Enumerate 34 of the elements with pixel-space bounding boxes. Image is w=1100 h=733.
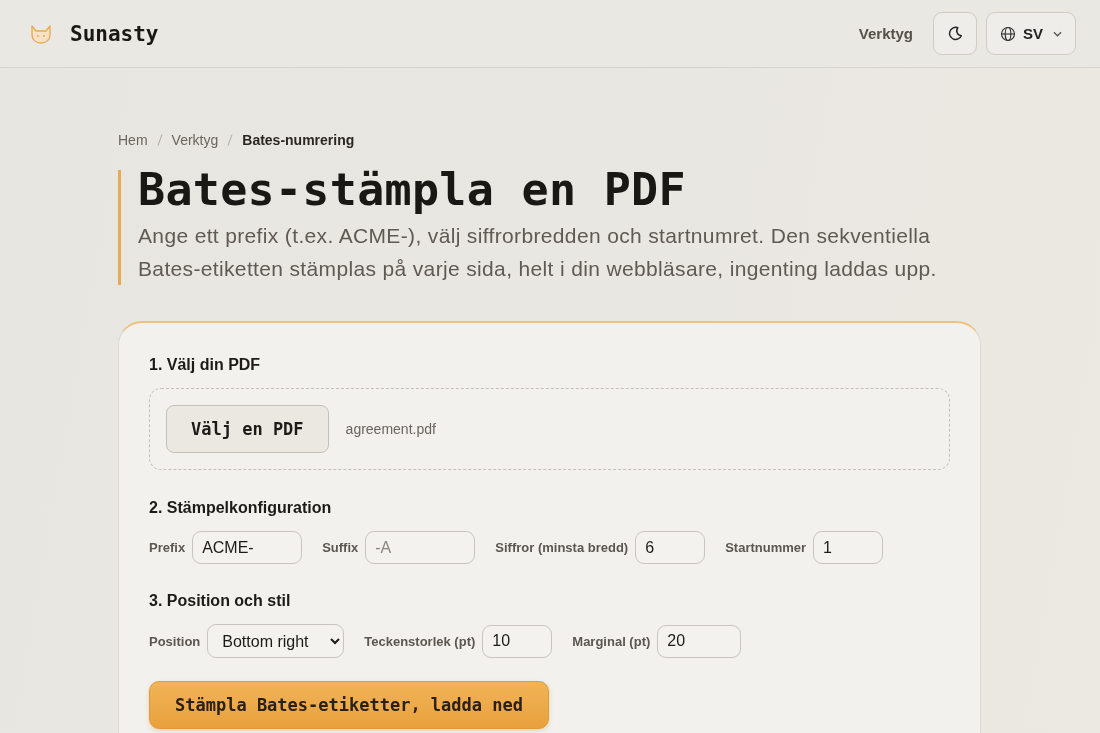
tools-nav-link[interactable]: Verktyg xyxy=(858,25,913,42)
brand-name[interactable]: Sunasty xyxy=(70,21,159,46)
language-button[interactable]: SV xyxy=(986,12,1076,55)
number-field[interactable]: 6 xyxy=(635,531,706,564)
field-label: Startnummer xyxy=(725,540,807,555)
breadcrumb-link[interactable]: Verktyg xyxy=(171,131,219,149)
number-field[interactable]: 1 xyxy=(813,531,884,564)
file-name: agreement.pdf xyxy=(345,421,436,437)
breadcrumb-current-page: Bates-numrering xyxy=(242,131,355,149)
section-heading: 3. Position och stil xyxy=(149,591,292,611)
field-label: Marginal (pt) xyxy=(572,633,651,649)
file-drop-zone[interactable]: Välj en PDF agreement.pdf xyxy=(149,388,950,470)
field-label: Prefix xyxy=(149,540,186,555)
stamp-download-button[interactable]: Stämpla Bates-etiketter, ladda ned xyxy=(149,681,549,729)
input-field[interactable]: -A xyxy=(365,531,476,564)
breadcrumb-link[interactable]: Hem xyxy=(118,131,148,149)
section-heading: 1. Välj din PDF xyxy=(149,355,262,375)
caret-icon xyxy=(1053,30,1062,37)
page-description: Ange ett prefix (t.ex. ACME-), välj siffrorbredden och startnumret. Den sekventiella Bates-etiketten stämplas på varje sida, helt i din webbläsare, ingenting laddas upp. xyxy=(138,223,938,282)
position-select[interactable]: Bottom right xyxy=(207,624,345,658)
section-heading: 2. Stämpelkonfiguration xyxy=(149,498,333,518)
field-label: Position xyxy=(149,633,201,649)
field-label: Suffix xyxy=(322,540,359,555)
moon-icon xyxy=(947,26,963,41)
input-field[interactable]: ACME- xyxy=(192,531,303,564)
number-field[interactable]: 20 xyxy=(657,624,742,658)
choose-pdf-button[interactable]: Välj en PDF xyxy=(166,405,329,453)
theme-toggle-button[interactable] xyxy=(933,12,977,55)
breadcrumb-separator-icon xyxy=(156,134,163,146)
field-label: Siffror (minsta bredd) xyxy=(495,540,629,555)
globe-icon xyxy=(1000,25,1016,42)
field-label: Teckenstorlek (pt) xyxy=(364,633,476,649)
number-field[interactable]: 10 xyxy=(482,624,553,658)
breadcrumb-separator-icon xyxy=(227,134,234,146)
